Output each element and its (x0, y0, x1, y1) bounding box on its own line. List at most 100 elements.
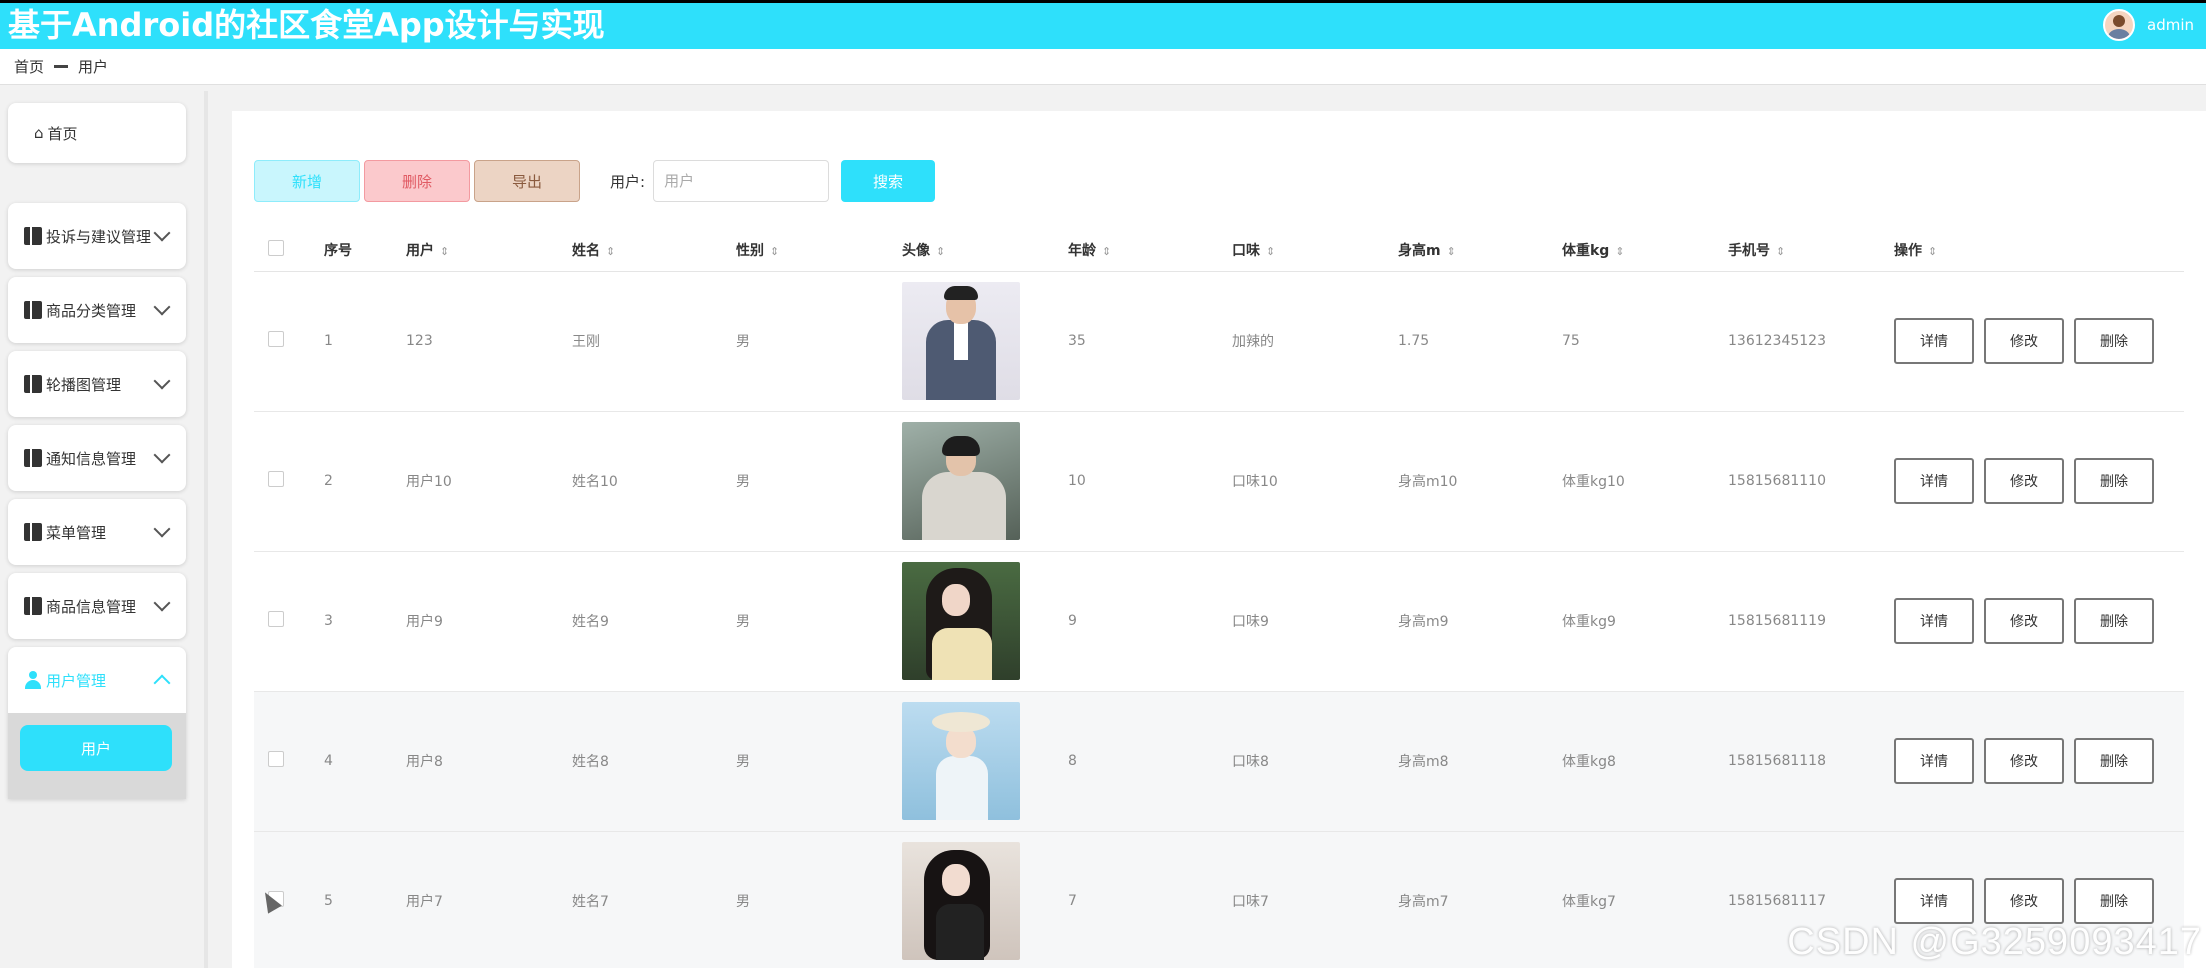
cell-gender: 男 (736, 334, 750, 350)
sidebar-item-complaints[interactable]: 投诉与建议管理 (8, 203, 186, 269)
delete-button[interactable]: 删除 (364, 160, 470, 202)
cell-no: 3 (324, 613, 333, 629)
select-all-cell[interactable] (254, 229, 316, 271)
avatar[interactable] (2103, 9, 2135, 41)
cell-user: 用户9 (406, 614, 443, 630)
user-name[interactable]: admin (2147, 16, 2194, 34)
cell-phone: 15815681119 (1728, 613, 1826, 629)
cell-no: 1 (324, 333, 333, 349)
table-row: 3 用户9 姓名9 男 9 口味9 身高m9 体重kg9 15815681119… (254, 551, 2184, 691)
select-all-checkbox[interactable] (268, 239, 284, 256)
sidebar-item-carousel[interactable]: 轮播图管理 (8, 351, 186, 417)
chevron-down-icon (153, 372, 171, 390)
sidebar-item-menu[interactable]: 菜单管理 (8, 499, 186, 565)
cell-gender: 男 (736, 474, 750, 490)
detail-button[interactable]: 详情 (1894, 878, 1974, 924)
sidebar-item-products[interactable]: 商品信息管理 (8, 573, 186, 639)
sort-icon[interactable]: ⇕ (1776, 245, 1785, 258)
sidebar-subitem-users[interactable]: 用户 (20, 725, 172, 771)
sort-icon[interactable]: ⇕ (1928, 245, 1937, 258)
column-header[interactable]: 操作 ⇕ (1886, 229, 2184, 271)
sidebar-item-category[interactable]: 商品分类管理 (8, 277, 186, 343)
menu-grid-icon (24, 523, 42, 541)
cell-taste: 口味8 (1232, 754, 1269, 770)
search-input[interactable] (653, 160, 830, 202)
chevron-up-icon (153, 674, 171, 692)
cell-height: 身高m10 (1398, 474, 1458, 490)
detail-button[interactable]: 详情 (1894, 318, 1974, 364)
column-header[interactable]: 头像 ⇕ (894, 229, 1060, 271)
sort-icon[interactable]: ⇕ (1102, 245, 1111, 258)
table-row: 4 用户8 姓名8 男 8 口味8 身高m8 体重kg8 15815681118… (254, 691, 2184, 831)
detail-button[interactable]: 详情 (1894, 738, 1974, 784)
column-header[interactable]: 年龄 ⇕ (1060, 229, 1224, 271)
sidebar-item-label: 轮播图管理 (46, 375, 122, 394)
sidebar-item-notice[interactable]: 通知信息管理 (8, 425, 186, 491)
add-button[interactable]: 新增 (254, 160, 360, 202)
breadcrumb: 首页 用户 (0, 49, 2206, 85)
sidebar-group-header[interactable]: 用户管理 (8, 647, 186, 713)
cell-phone: 15815681110 (1728, 473, 1826, 489)
column-header[interactable]: 手机号 ⇕ (1720, 229, 1886, 271)
cell-weight: 体重kg9 (1562, 614, 1616, 630)
edit-button[interactable]: 修改 (1984, 458, 2064, 504)
menu-grid-icon (24, 597, 42, 615)
column-header[interactable]: 身高m ⇕ (1390, 229, 1554, 271)
row-delete-button[interactable]: 删除 (2074, 458, 2154, 504)
row-checkbox[interactable] (268, 471, 284, 487)
sort-icon[interactable]: ⇕ (1447, 245, 1456, 258)
row-checkbox[interactable] (268, 751, 284, 767)
detail-button[interactable]: 详情 (1894, 598, 1974, 644)
column-header[interactable]: 用户 ⇕ (398, 229, 564, 271)
column-header[interactable]: 体重kg ⇕ (1554, 229, 1720, 271)
breadcrumb-separator (54, 65, 69, 68)
user-icon (24, 671, 42, 689)
column-header[interactable]: 性别 ⇕ (728, 229, 894, 271)
sidebar-item-label: 菜单管理 (46, 523, 107, 542)
sort-icon[interactable]: ⇕ (440, 245, 449, 258)
cell-no: 4 (324, 753, 333, 769)
search-label: 用户: (610, 172, 646, 191)
row-delete-button[interactable]: 删除 (2074, 318, 2154, 364)
cell-user: 用户7 (406, 894, 443, 910)
row-delete-button[interactable]: 删除 (2074, 738, 2154, 784)
sidebar-item-users[interactable]: 用户管理 用户 (8, 647, 186, 799)
breadcrumb-home[interactable]: 首页 (14, 56, 44, 77)
cell-age: 7 (1068, 893, 1077, 909)
sidebar-item-home[interactable]: ⌂ 首页 (8, 103, 186, 163)
sidebar: ⌂ 首页 投诉与建议管理 商品分类管理 轮播图管理 通知信息管理 菜单管理 商品… (0, 95, 200, 968)
column-header[interactable]: 口味 ⇕ (1224, 229, 1390, 271)
breadcrumb-current: 用户 (78, 58, 109, 76)
sidebar-item-label: 首页 (47, 124, 78, 143)
export-button[interactable]: 导出 (474, 160, 580, 202)
edit-button[interactable]: 修改 (1984, 738, 2064, 784)
column-header[interactable]: 姓名 ⇕ (564, 229, 728, 271)
sort-icon[interactable]: ⇕ (936, 245, 945, 258)
edit-button[interactable]: 修改 (1984, 878, 2064, 924)
cell-user: 123 (406, 333, 433, 349)
avatar-photo (902, 422, 1020, 540)
cell-height: 身高m7 (1398, 894, 1449, 910)
chevron-down-icon (153, 520, 171, 538)
avatar-photo (902, 282, 1020, 400)
sort-icon[interactable]: ⇕ (1266, 245, 1275, 258)
user-menu[interactable]: admin (2103, 7, 2194, 43)
detail-button[interactable]: 详情 (1894, 458, 1974, 504)
cell-no: 5 (324, 893, 333, 909)
sort-icon[interactable]: ⇕ (770, 245, 779, 258)
sort-icon[interactable]: ⇕ (1615, 245, 1624, 258)
cell-name: 王刚 (572, 334, 600, 350)
cell-name: 姓名7 (572, 894, 609, 910)
cell-user: 用户10 (406, 474, 452, 490)
table-row: 2 用户10 姓名10 男 10 口味10 身高m10 体重kg10 15815… (254, 411, 2184, 551)
table-header-row: 序号 用户 ⇕ 姓名 ⇕ 性别 ⇕ 头像 ⇕ 年龄 ⇕ 口味 ⇕ 身高m ⇕ 体重kg ⇕ 手机… (254, 229, 2184, 271)
search-button[interactable]: 搜索 (841, 160, 936, 202)
row-delete-button[interactable]: 删除 (2074, 598, 2154, 644)
edit-button[interactable]: 修改 (1984, 318, 2064, 364)
row-checkbox[interactable] (268, 331, 284, 347)
row-delete-button[interactable]: 删除 (2074, 878, 2154, 924)
sort-icon[interactable]: ⇕ (606, 245, 615, 258)
edit-button[interactable]: 修改 (1984, 598, 2064, 644)
row-checkbox[interactable] (268, 611, 284, 627)
menu-grid-icon (24, 301, 42, 319)
